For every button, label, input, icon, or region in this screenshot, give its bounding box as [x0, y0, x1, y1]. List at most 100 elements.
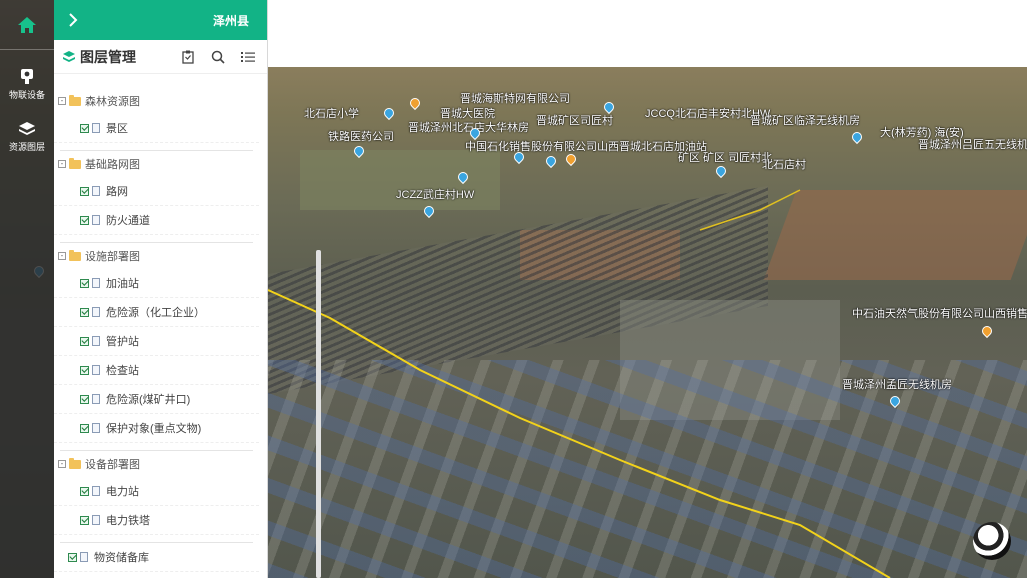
document-icon: [80, 552, 88, 562]
layer-label: 物资储备库: [94, 552, 149, 564]
map-label[interactable]: 中石油天然气股份有限公司山西销售: [852, 305, 1027, 321]
layer-item[interactable]: 危险源(煤矿井口): [54, 385, 259, 414]
layer-item[interactable]: 防火通道: [54, 206, 259, 235]
layer-panel: 泽州县 图层管理 - 森林资源图 景区 - 基础路网图 路网 防火通道 - 设施…: [54, 0, 321, 578]
layer-label: 加油站: [106, 278, 139, 290]
layer-item[interactable]: 危险源（化工企业）: [54, 298, 259, 327]
layer-checkbox[interactable]: [80, 486, 89, 496]
document-icon: [92, 423, 100, 433]
map-label[interactable]: JCZZ武庄村HW: [396, 186, 474, 202]
page-title: 图层管理: [80, 48, 136, 65]
map-label[interactable]: 铁路医药公司: [328, 128, 394, 144]
folder-icon: [69, 94, 81, 106]
globe-icon[interactable]: [973, 522, 1011, 560]
map-label[interactable]: 北石店小学: [304, 105, 359, 121]
document-icon: [92, 278, 100, 288]
sidebar-item-layers[interactable]: 资源图层: [0, 120, 54, 153]
home-button[interactable]: [0, 0, 54, 50]
group-label: 设备部署图: [85, 459, 140, 471]
scrollbar[interactable]: [316, 250, 321, 578]
chevron-right-icon[interactable]: [68, 13, 78, 27]
layer-tree: - 森林资源图 景区 - 基础路网图 路网 防火通道 - 设施部署图 加油站 危…: [54, 88, 259, 572]
layer-item[interactable]: 路网: [54, 177, 259, 206]
layer-item[interactable]: 景区: [54, 114, 259, 143]
document-icon: [92, 365, 100, 375]
document-icon: [92, 486, 100, 496]
layer-item[interactable]: 管护站: [54, 327, 259, 356]
layer-label: 保护对象(重点文物): [106, 423, 202, 435]
folder-icon: [69, 457, 81, 469]
tree-group[interactable]: - 设施部署图: [54, 243, 259, 269]
layer-checkbox[interactable]: [80, 278, 89, 288]
clipboard-icon: [182, 50, 194, 64]
layer-label: 管护站: [106, 336, 139, 348]
layer-label: 景区: [106, 123, 128, 135]
panel-title-bar: 图层管理: [54, 40, 267, 74]
group-label: 森林资源图: [85, 96, 140, 108]
tree-group[interactable]: - 森林资源图: [54, 88, 259, 114]
layer-item[interactable]: 电力铁塔: [54, 506, 259, 535]
layer-checkbox[interactable]: [80, 123, 89, 133]
tree-group[interactable]: - 基础路网图: [54, 151, 259, 177]
list-button[interactable]: [237, 46, 259, 68]
layer-label: 检查站: [106, 365, 139, 377]
document-icon: [92, 515, 100, 525]
layer-checkbox[interactable]: [68, 552, 77, 562]
map-label[interactable]: 晋城海斯特网有限公司: [460, 90, 570, 106]
layer-checkbox[interactable]: [80, 365, 89, 375]
group-label: 基础路网图: [85, 159, 140, 171]
layer-item[interactable]: 电力站: [54, 477, 259, 506]
layer-label: 危险源(煤矿井口): [106, 394, 191, 406]
list-icon: [241, 51, 255, 62]
search-button[interactable]: [207, 46, 229, 68]
sidebar-item-label: 物联设备: [8, 90, 45, 100]
document-icon: [92, 215, 100, 225]
folder-icon: [69, 249, 81, 261]
search-icon: [211, 50, 225, 64]
document-icon: [92, 394, 100, 404]
layer-item[interactable]: 保护对象(重点文物): [54, 414, 259, 443]
layers-icon: [63, 50, 75, 62]
layer-label: 路网: [106, 186, 128, 198]
county-selector[interactable]: 泽州县: [213, 12, 249, 29]
layer-item[interactable]: 加油站: [54, 269, 259, 298]
layer-checkbox[interactable]: [80, 336, 89, 346]
layer-checkbox[interactable]: [80, 423, 89, 433]
layer-label: 电力站: [106, 486, 139, 498]
clipboard-button[interactable]: [177, 46, 199, 68]
folder-icon: [69, 157, 81, 169]
collapse-icon[interactable]: -: [58, 252, 66, 260]
layers-icon: [19, 122, 35, 135]
map-label[interactable]: 晋城泽州孟匠无线机房: [842, 376, 952, 392]
collapse-icon[interactable]: -: [58, 97, 66, 105]
icon-sidebar: 物联设备 资源图层: [0, 0, 54, 578]
layer-checkbox[interactable]: [80, 215, 89, 225]
map-label[interactable]: 北石店村: [762, 156, 806, 172]
collapse-icon[interactable]: -: [58, 160, 66, 168]
home-icon: [18, 16, 36, 33]
panel-header: 泽州县: [54, 0, 267, 40]
document-icon: [92, 186, 100, 196]
layer-checkbox[interactable]: [80, 394, 89, 404]
sidebar-item-iot[interactable]: 物联设备: [0, 68, 54, 101]
map-label[interactable]: 晋城矿区临泽无线机房: [750, 112, 860, 128]
map-label[interactable]: 中国石化销售股份有限公司山西晋城北石店加油站: [465, 138, 707, 154]
layer-checkbox[interactable]: [80, 186, 89, 196]
collapse-icon[interactable]: -: [58, 460, 66, 468]
map-label[interactable]: 晋城大医院: [440, 105, 495, 121]
layer-checkbox[interactable]: [80, 515, 89, 525]
tree-group[interactable]: - 设备部署图: [54, 451, 259, 477]
sidebar-item-label: 资源图层: [8, 142, 45, 152]
map-label[interactable]: 矿区 矿区 司匠村北: [678, 149, 772, 165]
layer-label: 危险源（化工企业）: [106, 307, 205, 319]
map-label[interactable]: 晋城矿区司匠村: [536, 112, 613, 128]
document-icon: [92, 307, 100, 317]
layer-label: 防火通道: [106, 215, 150, 227]
layer-item[interactable]: 检查站: [54, 356, 259, 385]
layer-item[interactable]: 物资储备库: [54, 543, 259, 572]
layer-checkbox[interactable]: [80, 307, 89, 317]
document-icon: [92, 336, 100, 346]
group-label: 设施部署图: [85, 251, 140, 263]
map-label[interactable]: 大(林芳药) 海(安): [880, 124, 964, 140]
document-icon: [92, 123, 100, 133]
